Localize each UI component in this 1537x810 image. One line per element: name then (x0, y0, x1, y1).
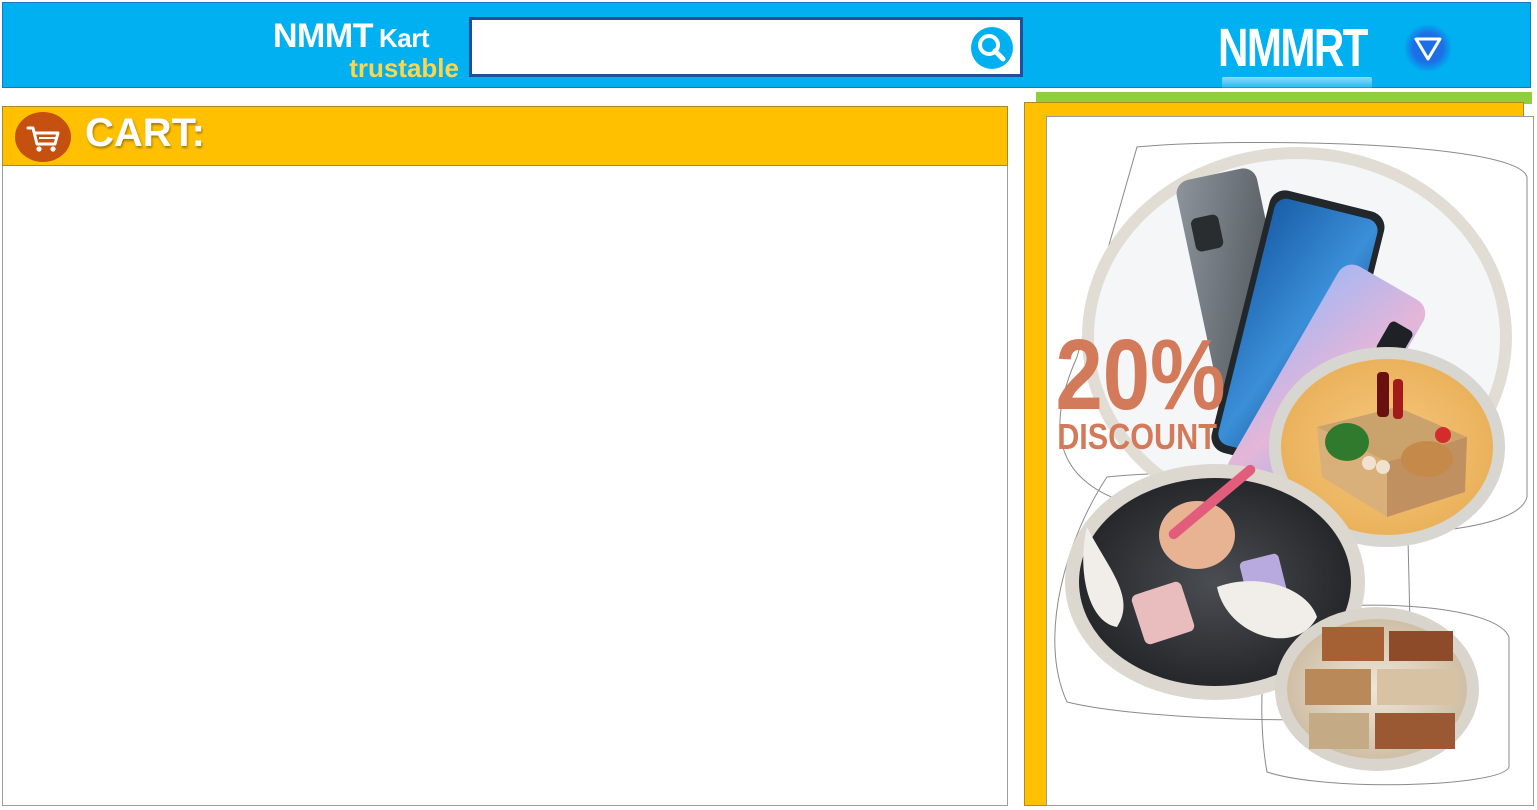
promo-collage: 20% DISCOUNT (1054, 141, 1528, 786)
nmmrt-logo-text: NMMRT (1218, 18, 1369, 78)
cart-items-area[interactable] (2, 166, 1008, 806)
cart-header: CART: (2, 106, 1008, 166)
brand-tagline: trustable (349, 53, 459, 83)
account-dropdown-button[interactable] (1405, 25, 1451, 71)
brand-suffix: Kart (378, 23, 430, 53)
discount-word: DISCOUNT (1057, 418, 1217, 458)
top-header: NMMT Kart trustable NMMRT (2, 2, 1531, 91)
triangle-down-icon (1414, 37, 1442, 61)
brand-logo[interactable]: NMMT Kart trustable (271, 17, 461, 83)
shopping-cart-icon (26, 126, 60, 152)
cart-icon-badge[interactable] (15, 112, 71, 162)
discount-value: 20% (1056, 318, 1226, 430)
search-input[interactable] (480, 28, 964, 68)
brand-name: NMMT Kart (273, 17, 430, 55)
search-icon (971, 27, 1013, 69)
promo-banner[interactable]: 20% DISCOUNT (1046, 116, 1534, 806)
search-button[interactable] (970, 26, 1014, 70)
furniture-image (1305, 627, 1457, 749)
cart-title: CART: (85, 111, 205, 155)
nmmrt-logo: NMMRT (1218, 15, 1378, 91)
logo-reflection (1222, 77, 1372, 91)
search-box (469, 17, 1023, 77)
discount-badge: 20% DISCOUNT (1056, 318, 1226, 457)
